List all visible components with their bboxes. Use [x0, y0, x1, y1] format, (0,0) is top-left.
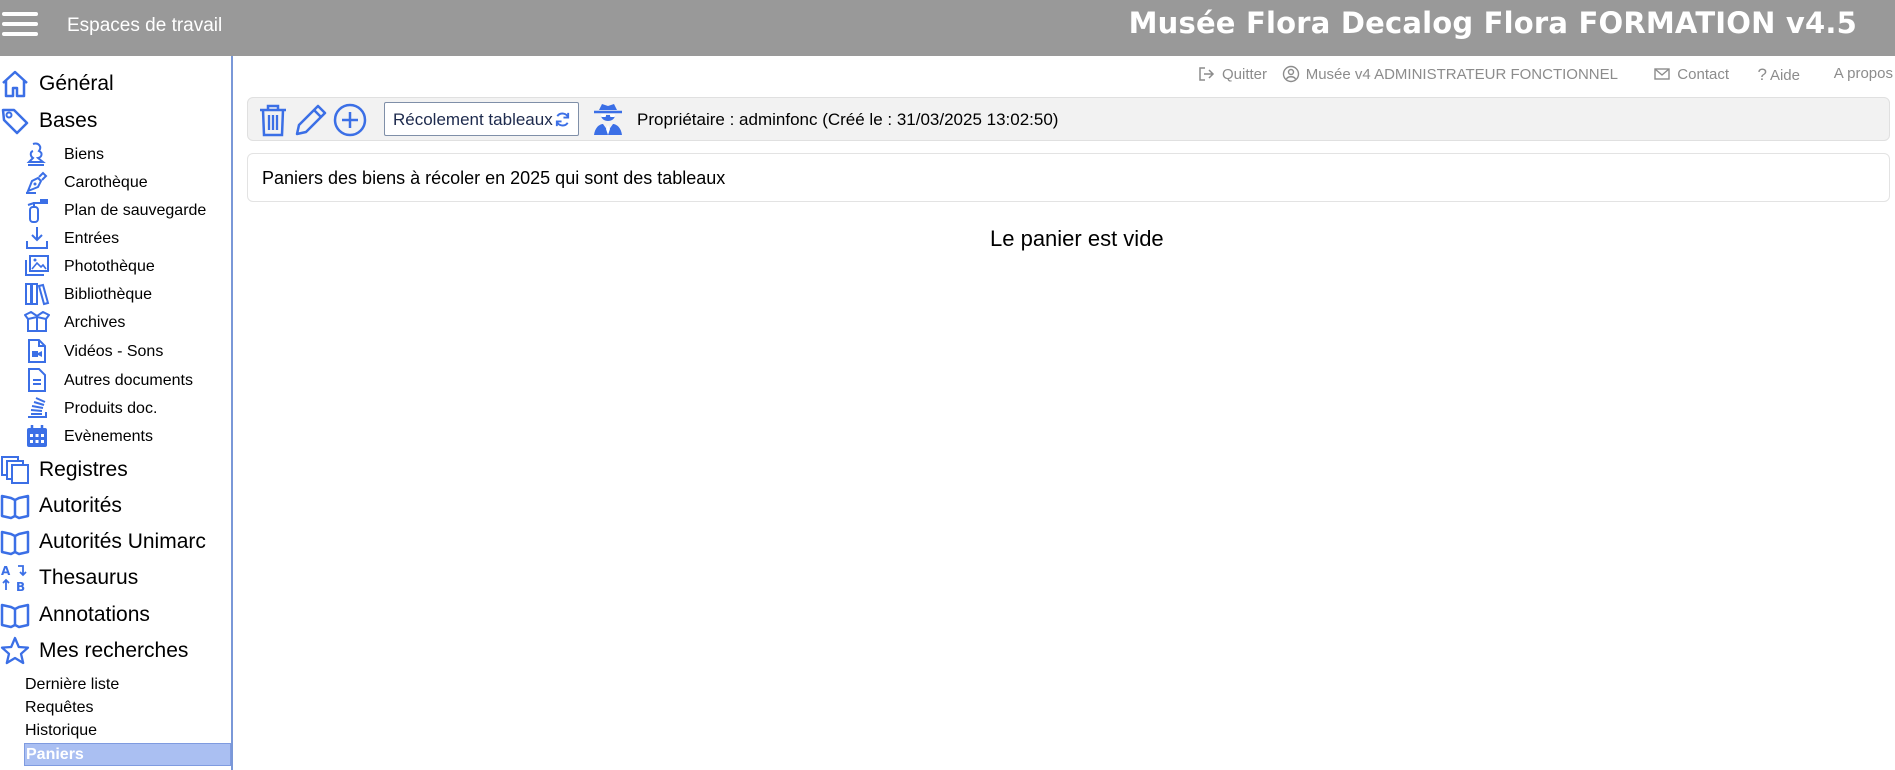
open-book-icon — [0, 603, 30, 629]
sidebar-item-videos-sons[interactable]: Vidéos - Sons — [24, 337, 229, 365]
sidebar-item-biens[interactable]: Biens — [24, 140, 229, 168]
sidebar-item-plan-sauvegarde[interactable]: Plan de sauvegarde — [24, 196, 229, 224]
app-window: Espaces de travail Musée Flora Decalog F… — [0, 0, 1895, 770]
svg-text:A: A — [1, 564, 11, 578]
contact-label: Contact — [1677, 65, 1729, 83]
pen-nib-icon — [26, 171, 48, 194]
sidebar-item-label: Annotations — [39, 603, 150, 626]
user-link[interactable]: Musée v4 ADMINISTRATEUR FONCTIONNEL — [1282, 65, 1618, 83]
sidebar-item-historique[interactable]: Historique — [25, 722, 97, 740]
sidebar-item-label: Evènements — [64, 428, 153, 445]
images-icon — [25, 255, 49, 276]
about-link[interactable]: A propos — [1834, 65, 1893, 82]
sidebar-item-phototheque[interactable]: Photothèque — [24, 252, 229, 280]
sidebar-item-label: Bibliothèque — [64, 286, 153, 303]
sidebar-item-label: Entrées — [64, 230, 120, 247]
basket-description-panel: Paniers des biens à récoler en 2025 qui … — [247, 153, 1890, 202]
sidebar-item-general[interactable]: Général — [0, 66, 231, 102]
empty-basket-message: Le panier est vide — [990, 226, 1164, 251]
sidebar-item-produits-doc[interactable]: Produits doc. — [24, 394, 229, 422]
tag-icon — [1, 108, 29, 135]
user-secret-icon — [594, 104, 622, 135]
pencil-icon[interactable] — [293, 102, 329, 138]
sidebar-item-label: Bases — [39, 109, 98, 132]
home-icon — [2, 70, 28, 98]
add-circle-icon[interactable] — [332, 102, 368, 138]
sidebar-item-entrees[interactable]: Entrées — [24, 224, 229, 252]
star-icon — [0, 636, 30, 665]
sidebar-item-label: Général — [39, 72, 114, 95]
open-book-icon — [0, 530, 30, 556]
svg-text:B: B — [16, 580, 25, 593]
video-file-icon — [28, 339, 46, 363]
registers-icon — [1, 456, 29, 484]
fire-extinguisher-icon — [27, 199, 48, 223]
stack-icon — [28, 397, 47, 418]
sidebar-item-requetes[interactable]: Requêtes — [25, 699, 94, 717]
sidebar-item-label: Autorités Unimarc — [39, 530, 206, 553]
basket-toolbar: Récolement tableaux Propriétaire : admin… — [247, 97, 1890, 141]
sidebar-item-label: Photothèque — [64, 258, 155, 275]
books-icon — [25, 283, 50, 306]
owner-info: Propriétaire : adminfonc (Créé le : 31/0… — [637, 110, 1059, 129]
help-link[interactable]: ? Aide — [1758, 65, 1801, 85]
sidebar-item-label: Mes recherches — [39, 639, 189, 662]
download-icon — [26, 227, 48, 249]
question-icon: ? — [1757, 65, 1767, 84]
quit-link[interactable]: Quitter — [1198, 65, 1267, 83]
envelope-icon — [1654, 68, 1670, 80]
open-book-icon — [0, 494, 30, 520]
bust-icon — [26, 142, 46, 166]
sidebar-item-label: Archives — [64, 314, 126, 331]
sidebar-item-carotheque[interactable]: Carothèque — [24, 168, 229, 196]
sidebar-item-evenements[interactable]: Evènements — [24, 422, 229, 450]
sidebar-item-label: Autres documents — [64, 372, 193, 389]
sidebar-item-archives[interactable]: Archives — [24, 308, 229, 336]
app-title: Musée Flora Decalog Flora FORMATION v4.5 — [1128, 6, 1857, 40]
sidebar-item-label: Autorités — [39, 494, 122, 517]
sidebar-item-bases[interactable]: Bases — [0, 103, 231, 139]
sidebar-item-label: Registres — [39, 458, 128, 481]
basket-selector[interactable]: Récolement tableaux — [384, 102, 579, 136]
workspaces-link[interactable]: Espaces de travail — [67, 15, 222, 37]
sidebar-item-label: Vidéos - Sons — [64, 343, 164, 360]
open-box-icon — [24, 311, 50, 332]
sidebar-item-registres[interactable]: Registres — [0, 452, 231, 488]
contact-link[interactable]: Contact — [1653, 65, 1729, 83]
sidebar-item-label: Plan de sauvegarde — [64, 202, 207, 219]
basket-description: Paniers des biens à récoler en 2025 qui … — [262, 168, 726, 188]
sidebar: Général Bases Biens Carothèque Plan de s… — [0, 56, 233, 770]
refresh-icon[interactable] — [554, 111, 571, 128]
user-label: Musée v4 ADMINISTRATEUR FONCTIONNEL — [1305, 65, 1618, 83]
sidebar-item-thesaurus[interactable]: AB Thesaurus — [0, 560, 231, 596]
sidebar-item-paniers[interactable]: Paniers — [24, 743, 231, 766]
sidebar-item-mes-recherches[interactable]: Mes recherches — [0, 633, 231, 669]
sidebar-item-label: Carothèque — [64, 174, 148, 191]
sign-out-icon — [1199, 67, 1215, 81]
sidebar-item-label: Thesaurus — [39, 566, 139, 589]
top-bar: Espaces de travail Musée Flora Decalog F… — [0, 0, 1895, 56]
sort-alpha-icon: AB — [1, 564, 27, 593]
document-icon — [28, 368, 46, 392]
calendar-icon — [27, 425, 47, 447]
basket-name: Récolement tableaux — [393, 110, 553, 129]
quit-label: Quitter — [1221, 65, 1267, 83]
sidebar-item-annotations[interactable]: Annotations — [0, 597, 231, 633]
sidebar-item-autorites-unimarc[interactable]: Autorités Unimarc — [0, 524, 231, 560]
sidebar-item-autorites[interactable]: Autorités — [0, 488, 231, 524]
user-circle-icon — [1282, 65, 1299, 83]
sidebar-item-label: Biens — [64, 146, 105, 163]
hamburger-menu-icon[interactable] — [0, 6, 40, 42]
about-label: A propos — [1833, 65, 1893, 82]
sidebar-item-derniere-liste[interactable]: Dernière liste — [25, 676, 119, 694]
sidebar-item-label: Produits doc. — [64, 400, 158, 417]
help-label: Aide — [1769, 66, 1800, 84]
sidebar-item-autres-documents[interactable]: Autres documents — [24, 366, 229, 394]
sidebar-item-bibliotheque[interactable]: Bibliothèque — [24, 280, 229, 308]
trash-icon[interactable] — [255, 102, 291, 138]
